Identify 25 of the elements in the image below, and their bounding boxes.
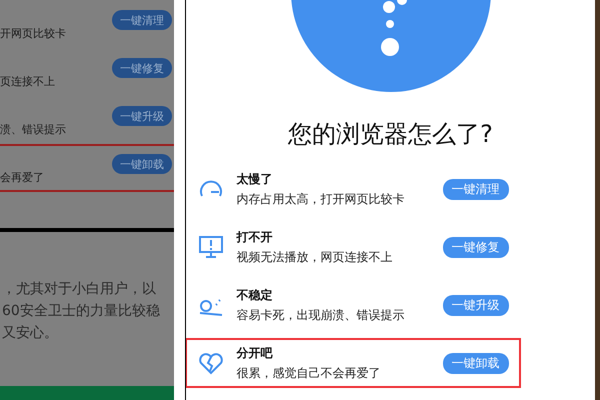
item-description: 内存占用太高，打开网页比较卡 <box>236 190 406 208</box>
item-title: 不稳定 <box>236 286 274 304</box>
action-button[interactable]: 一键卸载 <box>442 352 508 374</box>
item-description: 容易卡死，出现崩溃、错误提示 <box>236 306 406 324</box>
action-button[interactable]: 一键升级 <box>442 294 508 316</box>
action-button[interactable]: 一键清理 <box>112 10 172 30</box>
paragraph-line: 又安心。 <box>2 324 59 342</box>
action-button[interactable]: 一键升级 <box>112 106 172 126</box>
item-title: 太慢了 <box>236 170 274 188</box>
item-description: 视频无法播放，网页连接不上 <box>236 248 394 266</box>
row-text: 页连接不上 <box>0 74 55 88</box>
action-button[interactable]: 一键修复 <box>112 58 172 78</box>
row-text: 溃、错误提示 <box>0 122 66 136</box>
action-button[interactable]: 一键修复 <box>442 236 508 258</box>
item-title: 打不开 <box>236 228 274 246</box>
item-title: 分开吧 <box>236 344 274 362</box>
action-button[interactable]: 一键卸载 <box>112 154 172 174</box>
monitor-alert-icon <box>196 233 224 261</box>
dialog-title: 您的浏览器怎么了? <box>288 119 493 150</box>
paragraph-line: ，尤其对于小白用户，以 <box>2 280 157 298</box>
action-button[interactable]: 一键清理 <box>442 178 508 200</box>
row-text: 会再爱了 <box>0 170 44 184</box>
item-description: 很累，感觉自己不会再爱了 <box>236 364 382 382</box>
row-text: 开网页比较卡 <box>0 26 66 40</box>
paragraph-line: 60安全卫士的力量比较稳 <box>2 302 161 320</box>
